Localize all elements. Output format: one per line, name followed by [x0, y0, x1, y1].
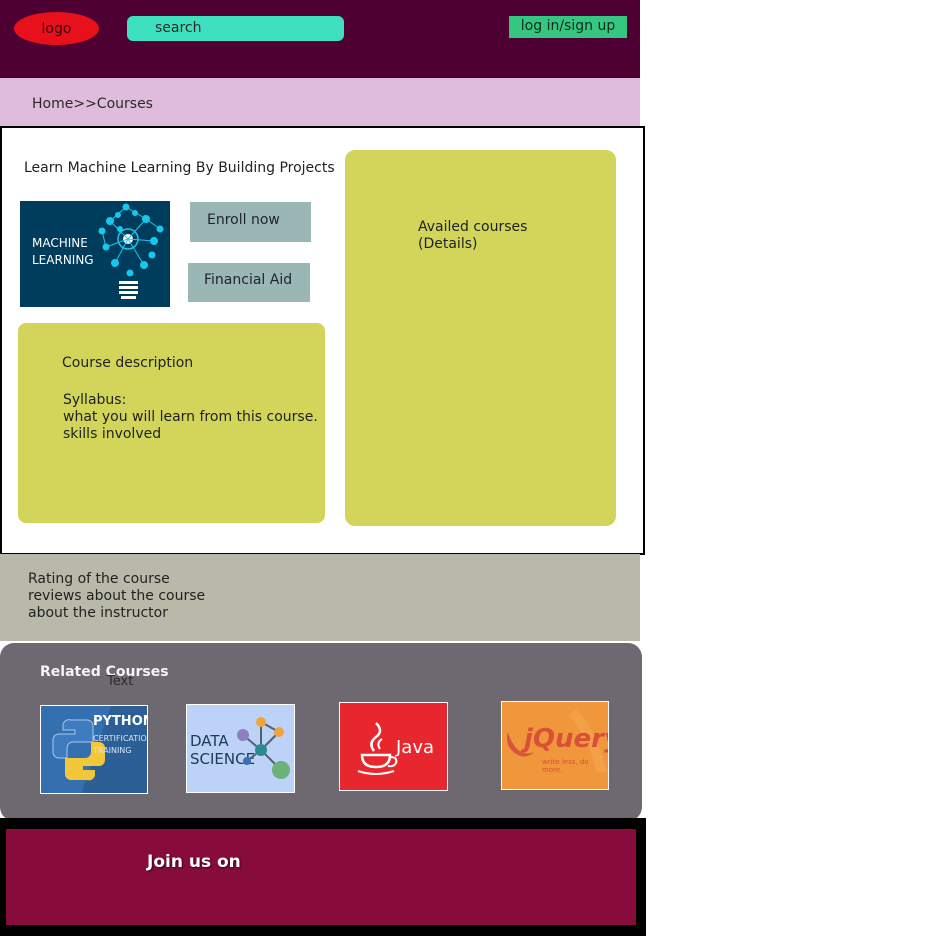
syllabus-heading: Syllabus:	[63, 392, 127, 408]
lightbulb-network-icon	[98, 203, 164, 299]
jquery-card-tagline: write less, do more.	[542, 758, 589, 774]
logo-label: logo	[41, 20, 72, 37]
python-card-title: PYTHON	[93, 714, 148, 729]
login-signup-button[interactable]: log in/sign up	[509, 16, 627, 38]
availed-courses-panel	[345, 150, 616, 526]
java-course-card[interactable]: Java	[339, 702, 448, 791]
search-input[interactable]: search	[127, 16, 344, 41]
logo[interactable]: logo	[14, 12, 99, 45]
syllabus-line: what you will learn from this course.	[63, 409, 318, 425]
course-image: MACHINE LEARNING	[20, 201, 170, 307]
jquery-course-card[interactable]: jQuery write less, do more.	[501, 701, 609, 790]
data-science-course-card[interactable]: DATA SCIENCE	[186, 704, 295, 793]
financial-aid-button[interactable]: Financial Aid	[188, 263, 310, 302]
availed-courses-details: (Details)	[418, 236, 478, 252]
rating-line: Rating of the course	[28, 571, 170, 587]
join-us-label: Join us on	[147, 852, 241, 872]
rating-text: Rating of the course reviews about the c…	[28, 571, 205, 622]
java-card-title: Java	[396, 737, 435, 758]
availed-courses-text: Availed courses (Details)	[418, 219, 527, 253]
enroll-now-button[interactable]: Enroll now	[190, 202, 311, 242]
syllabus-line: skills involved	[63, 426, 162, 442]
instructor-line: about the instructor	[28, 605, 168, 621]
python-course-card[interactable]: PYTHON CERTIFICATION TRAINING	[40, 705, 148, 794]
related-courses-title: Related Courses	[40, 664, 169, 680]
python-card-line3: TRAINING	[93, 746, 132, 755]
related-placeholder-text: Text	[107, 674, 134, 689]
syllabus-text: Syllabus: what you will learn from this …	[63, 392, 318, 443]
course-title: Learn Machine Learning By Building Proje…	[24, 160, 335, 176]
breadcrumb[interactable]: Home>>Courses	[32, 96, 153, 112]
jquery-card-title: jQuery	[524, 724, 608, 754]
reviews-line: reviews about the course	[28, 588, 206, 604]
availed-courses-title: Availed courses	[418, 219, 528, 235]
footer-panel	[6, 829, 636, 925]
course-description-title: Course description	[62, 355, 194, 371]
python-card-line2: CERTIFICATION	[93, 734, 148, 743]
network-graph-icon	[237, 717, 290, 779]
